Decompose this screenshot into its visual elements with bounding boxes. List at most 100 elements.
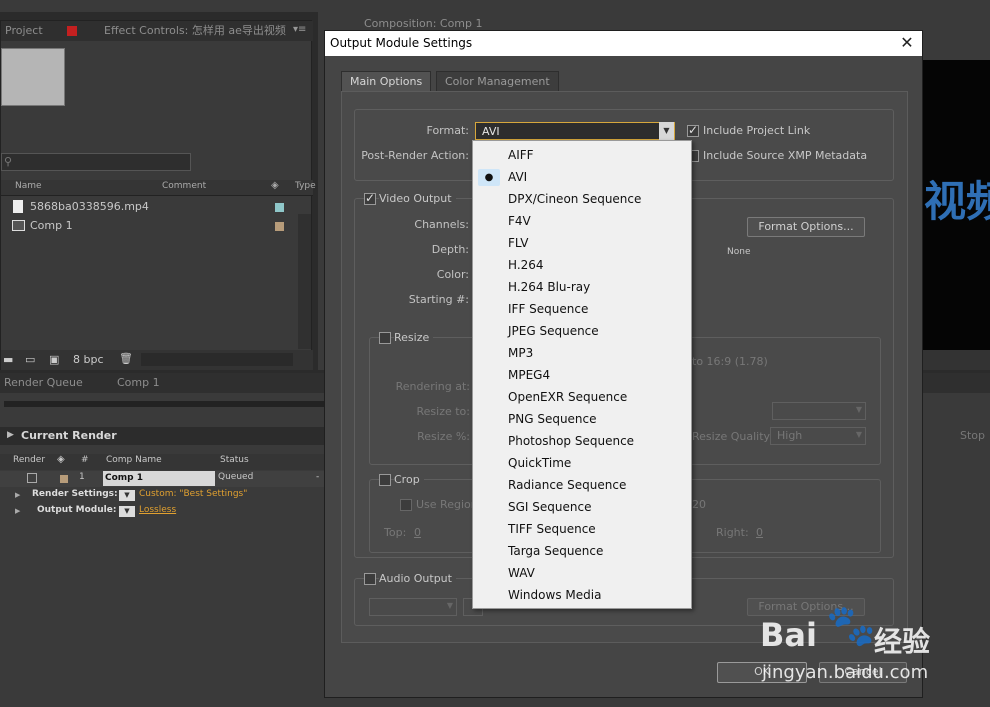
- resize-pct-label: Resize %:: [417, 430, 470, 443]
- top-value[interactable]: 0: [414, 526, 421, 539]
- use-region-checkbox[interactable]: [400, 499, 412, 511]
- audio-output-checkbox[interactable]: [364, 573, 376, 585]
- col-type[interactable]: Type: [295, 181, 316, 191]
- interpret-icon[interactable]: ▬: [3, 353, 13, 366]
- expand-icon[interactable]: ▶: [15, 507, 20, 515]
- col-num[interactable]: #: [81, 455, 89, 465]
- format-menu-item-label: AVI: [508, 170, 528, 184]
- channels-label: Channels:: [414, 218, 469, 231]
- crop-checkbox[interactable]: [379, 474, 391, 486]
- format-menu-item[interactable]: Windows Media: [474, 584, 691, 606]
- compression-none: None: [727, 247, 751, 257]
- render-settings-value[interactable]: Custom: "Best Settings": [139, 489, 247, 499]
- format-menu-item[interactable]: FLV: [474, 232, 691, 254]
- right-value[interactable]: 0: [756, 526, 763, 539]
- format-menu-item[interactable]: DPX/Cineon Sequence: [474, 188, 691, 210]
- format-menu-item[interactable]: OpenEXR Sequence: [474, 386, 691, 408]
- close-icon[interactable]: ✕: [898, 33, 916, 53]
- render-checkbox[interactable]: [27, 473, 37, 483]
- format-menu-item[interactable]: MP3: [474, 342, 691, 364]
- format-options-button[interactable]: Format Options...: [747, 217, 865, 237]
- folder-icon[interactable]: ▭: [25, 353, 35, 366]
- format-menu-item[interactable]: WAV: [474, 562, 691, 584]
- format-menu-item[interactable]: H.264: [474, 254, 691, 276]
- col-comp-name[interactable]: Comp Name: [106, 455, 162, 465]
- video-output-label: Video Output: [379, 192, 456, 205]
- format-menu-item[interactable]: Radiance Sequence: [474, 474, 691, 496]
- label-swatch: [275, 222, 284, 231]
- format-menu-item[interactable]: JPEG Sequence: [474, 320, 691, 342]
- expand-icon[interactable]: ▶: [7, 430, 14, 440]
- format-menu-item[interactable]: TIFF Sequence: [474, 518, 691, 540]
- format-menu-item[interactable]: Targa Sequence: [474, 540, 691, 562]
- new-comp-icon[interactable]: ▣: [49, 353, 59, 366]
- tab-comp1[interactable]: Comp 1: [117, 373, 160, 393]
- label-tag-icon: ◈: [57, 454, 65, 465]
- format-menu-item-label: H.264: [508, 258, 544, 272]
- format-label: Format:: [426, 124, 469, 137]
- chevron-down-icon: ▼: [659, 122, 674, 140]
- format-select-value: AVI: [482, 125, 500, 138]
- file-icon: [13, 200, 23, 213]
- format-menu-item[interactable]: SGI Sequence: [474, 496, 691, 518]
- format-menu-item-label: TIFF Sequence: [508, 522, 596, 536]
- audio-rate-select[interactable]: ▼: [369, 598, 457, 616]
- resize-checkbox[interactable]: [379, 332, 391, 344]
- expand-icon[interactable]: ▶: [15, 491, 20, 499]
- format-menu-item[interactable]: ● AVI: [474, 166, 691, 188]
- button-label: Format Options...: [758, 220, 854, 233]
- output-module-dropdown[interactable]: ▼: [119, 506, 135, 517]
- tab-effect-controls[interactable]: Effect Controls: 怎样用 ae导出视频: [104, 21, 294, 41]
- tab-project[interactable]: Project: [5, 21, 43, 41]
- label-swatch: [275, 203, 284, 212]
- tab-label: Color Management: [445, 75, 550, 88]
- table-row[interactable]: 1 Comp 1 Queued -: [0, 471, 324, 487]
- resize-quality-select[interactable]: High ▼: [770, 427, 866, 445]
- right-label: Right:: [716, 526, 749, 539]
- scrollbar-vertical[interactable]: [298, 214, 311, 349]
- viewer-text: 视频: [924, 177, 990, 226]
- col-status[interactable]: Status: [220, 455, 249, 465]
- file-name: 5868ba0338596.mp4: [30, 200, 149, 213]
- format-menu-item[interactable]: H.264 Blu-ray: [474, 276, 691, 298]
- project-panel: Project Effect Controls: 怎样用 ae导出视频 ▾≡ ⚲…: [0, 20, 316, 370]
- search-input[interactable]: ⚲: [1, 153, 191, 171]
- format-menu-item[interactable]: PNG Sequence: [474, 408, 691, 430]
- selected-bullet-icon: ●: [478, 169, 500, 186]
- baidu-logo-text: Bai: [760, 616, 817, 654]
- format-menu-item[interactable]: QuickTime: [474, 452, 691, 474]
- list-item[interactable]: 5868ba0338596.mp4: [1, 198, 297, 216]
- format-menu-item[interactable]: MPEG4: [474, 364, 691, 386]
- viewer-toolbar: [922, 350, 990, 370]
- col-render[interactable]: Render: [13, 455, 45, 465]
- trash-icon[interactable]: 🗑: [119, 352, 133, 365]
- stop-button[interactable]: Stop: [960, 429, 985, 442]
- include-project-link-checkbox[interactable]: [687, 123, 699, 137]
- include-project-link-label: Include Project Link: [703, 124, 811, 137]
- format-menu-item-label: DPX/Cineon Sequence: [508, 192, 642, 206]
- output-module-label: Output Module:: [37, 505, 117, 515]
- bpc-toggle[interactable]: 8 bpc: [73, 353, 104, 366]
- rq-comp-name[interactable]: Comp 1: [103, 471, 215, 486]
- format-menu-item[interactable]: Photoshop Sequence: [474, 430, 691, 452]
- format-menu-item-label: AIFF: [508, 148, 534, 162]
- render-settings-dropdown[interactable]: ▼: [119, 490, 135, 501]
- tab-color-management[interactable]: Color Management: [436, 71, 559, 91]
- format-menu-item[interactable]: IFF Sequence: [474, 298, 691, 320]
- output-module-value[interactable]: Lossless: [139, 505, 176, 515]
- panel-menu-icon[interactable]: ▾≡: [293, 24, 306, 35]
- col-name[interactable]: Name: [15, 181, 42, 191]
- scrollbar-horizontal[interactable]: [141, 353, 293, 366]
- video-output-checkbox[interactable]: [364, 191, 376, 205]
- format-menu-item[interactable]: F4V: [474, 210, 691, 232]
- top-toolbar: [0, 0, 990, 12]
- thumbnail: [1, 48, 65, 106]
- tab-render-queue[interactable]: Render Queue: [4, 373, 83, 393]
- label-tag-icon: ◈: [271, 180, 279, 191]
- tab-main-options[interactable]: Main Options: [341, 71, 432, 91]
- col-comment[interactable]: Comment: [162, 181, 206, 191]
- resize-to-select[interactable]: ▼: [772, 402, 866, 420]
- format-menu-item[interactable]: AIFF: [474, 144, 691, 166]
- list-item[interactable]: Comp 1: [1, 217, 297, 235]
- format-select[interactable]: AVI ▼: [475, 122, 675, 140]
